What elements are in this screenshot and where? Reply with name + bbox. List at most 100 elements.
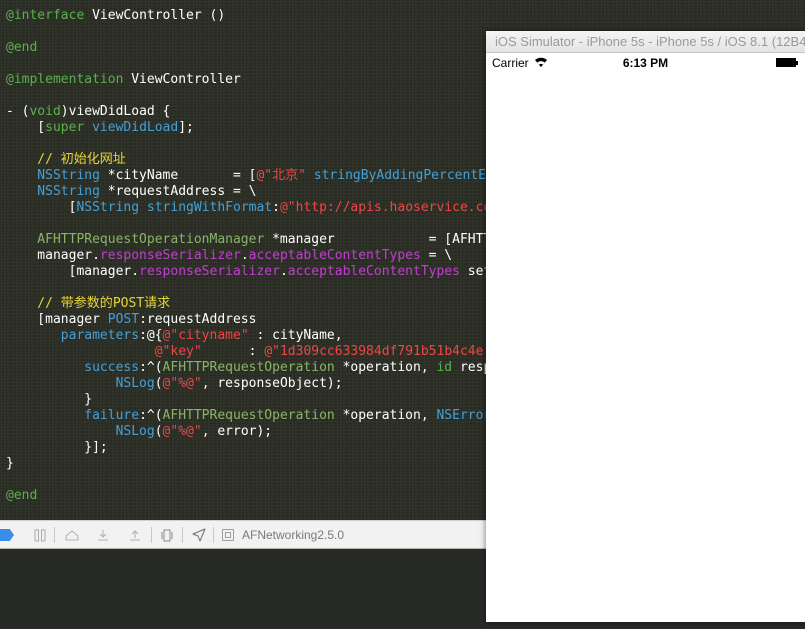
simulator-screen[interactable]: Carrier 6:13 PM bbox=[486, 53, 805, 622]
code-token: // bbox=[6, 296, 61, 311]
code-token: , responseObject); bbox=[201, 376, 343, 391]
code-token: : bbox=[201, 344, 265, 359]
code-token: @"北京" bbox=[256, 168, 306, 183]
code-line[interactable]: NSLog(@"%@", error); bbox=[6, 424, 273, 440]
code-token: . bbox=[240, 248, 249, 263]
code-line[interactable]: @interface ViewController () bbox=[6, 8, 225, 24]
code-token: )viewDidLoad { bbox=[60, 104, 171, 119]
ios-simulator-window: iOS Simulator - iPhone 5s - iPhone 5s / … bbox=[486, 31, 805, 622]
code-token: @"%@" bbox=[162, 376, 202, 391]
code-token: : bbox=[272, 200, 280, 215]
code-token: ViewController bbox=[123, 72, 241, 87]
code-line[interactable]: @"key" : @"1d309cc633984df791b51b4c4e bbox=[6, 344, 484, 360]
scheme-label[interactable]: AFNetworking2.5.0 bbox=[242, 528, 344, 542]
code-token: [manager. bbox=[6, 264, 140, 279]
code-token: @implementation bbox=[6, 72, 124, 87]
code-line[interactable]: parameters:@{@"cityname" : cityName, bbox=[6, 328, 343, 344]
code-token: NSString bbox=[6, 184, 100, 199]
code-token: @"key" bbox=[154, 344, 202, 359]
code-token: ( bbox=[154, 424, 163, 439]
location-icon[interactable] bbox=[191, 528, 207, 542]
code-line[interactable]: // 初始化网址 bbox=[6, 152, 126, 168]
code-line[interactable]: NSString *requestAddress = \ bbox=[6, 184, 256, 200]
code-token: [manager bbox=[6, 312, 108, 327]
code-token: POST bbox=[112, 296, 145, 311]
code-token: @end bbox=[6, 488, 38, 503]
debug-bar-separator bbox=[54, 527, 55, 543]
code-token: super bbox=[45, 120, 85, 135]
code-line[interactable]: }]; bbox=[6, 440, 107, 456]
code-line[interactable]: NSLog(@"%@", responseObject); bbox=[6, 376, 343, 392]
code-token: *operation, bbox=[334, 408, 437, 423]
code-token: } bbox=[6, 392, 93, 407]
breakpoint-indicator-icon[interactable] bbox=[0, 529, 14, 541]
code-token: : cityName, bbox=[248, 328, 343, 343]
code-token: :^( bbox=[139, 360, 163, 375]
code-token: :@{ bbox=[139, 328, 163, 343]
code-token: ( bbox=[154, 376, 163, 391]
code-token: @end bbox=[6, 40, 38, 55]
code-token: 请求 bbox=[144, 296, 171, 311]
code-token: 初始化网址 bbox=[60, 152, 126, 167]
code-line[interactable]: } bbox=[6, 456, 14, 472]
code-line[interactable]: [manager.responseSerializer.acceptableCo… bbox=[6, 264, 554, 280]
debug-bar-separator bbox=[151, 527, 152, 543]
code-token: parameters bbox=[6, 328, 140, 343]
battery-icon bbox=[776, 58, 798, 67]
code-token: manager. bbox=[6, 248, 100, 263]
code-line[interactable]: manager.responseSerializer.acceptableCon… bbox=[6, 248, 452, 264]
code-line[interactable]: @end bbox=[6, 40, 37, 56]
step-over-icon[interactable] bbox=[64, 528, 80, 542]
code-token: @"%@" bbox=[162, 424, 202, 439]
code-token: success bbox=[6, 360, 140, 375]
code-token: NSError bbox=[436, 408, 492, 423]
code-line[interactable]: // 带参数的POST请求 bbox=[6, 296, 170, 312]
code-token: @interface bbox=[6, 8, 85, 23]
view-debug-icon[interactable] bbox=[159, 528, 175, 542]
status-bar-time: 6:13 PM bbox=[622, 56, 669, 70]
code-token: POST bbox=[107, 312, 140, 327]
code-token: - ( bbox=[6, 104, 30, 119]
code-token: } bbox=[6, 456, 14, 471]
code-token: :^( bbox=[139, 408, 163, 423]
code-token: NSString bbox=[6, 168, 100, 183]
code-token: NSLog bbox=[115, 424, 155, 439]
step-out-icon[interactable] bbox=[127, 528, 143, 542]
code-line[interactable]: @implementation ViewController bbox=[6, 72, 241, 88]
code-token: *operation, bbox=[334, 360, 437, 375]
code-token: ViewController () bbox=[84, 8, 226, 23]
code-line[interactable]: [manager POST:requestAddress bbox=[6, 312, 256, 328]
code-token: @"cityname" bbox=[162, 328, 249, 343]
simulator-title: iOS Simulator - iPhone 5s - iPhone 5s / … bbox=[495, 34, 805, 49]
simulator-titlebar[interactable]: iOS Simulator - iPhone 5s - iPhone 5s / … bbox=[486, 31, 805, 53]
pause-icon[interactable] bbox=[32, 528, 48, 542]
debug-bar-separator bbox=[182, 527, 183, 543]
code-token: failure bbox=[6, 408, 140, 423]
code-line[interactable]: @end bbox=[6, 488, 37, 504]
code-token: @"1d309cc633984df791b51b4c4e bbox=[264, 344, 484, 359]
scheme-icon bbox=[222, 529, 234, 541]
code-token: AFHTTPRequestOperationManager bbox=[6, 232, 265, 247]
code-line[interactable]: - (void)viewDidLoad { bbox=[6, 104, 170, 120]
step-into-icon[interactable] bbox=[95, 528, 111, 542]
code-token: 带参数的 bbox=[60, 296, 113, 311]
code-token: stringWithFormat bbox=[146, 200, 273, 215]
code-token: . bbox=[279, 264, 288, 279]
code-token: acceptableContentTypes bbox=[248, 248, 421, 263]
code-token: AFHTTPRequestOperation bbox=[162, 360, 335, 375]
debug-bar-separator bbox=[213, 527, 214, 543]
code-line[interactable]: [NSString stringWithFormat:@"http://apis… bbox=[6, 200, 562, 216]
code-line[interactable]: } bbox=[6, 392, 92, 408]
code-line[interactable]: [super viewDidLoad]; bbox=[6, 120, 194, 136]
code-token: viewDidLoad bbox=[92, 120, 179, 135]
code-token: [ bbox=[6, 120, 46, 135]
code-token: *requestAddress = \ bbox=[99, 184, 257, 199]
code-token: :requestAddress bbox=[139, 312, 257, 327]
code-token: = \ bbox=[420, 248, 453, 263]
